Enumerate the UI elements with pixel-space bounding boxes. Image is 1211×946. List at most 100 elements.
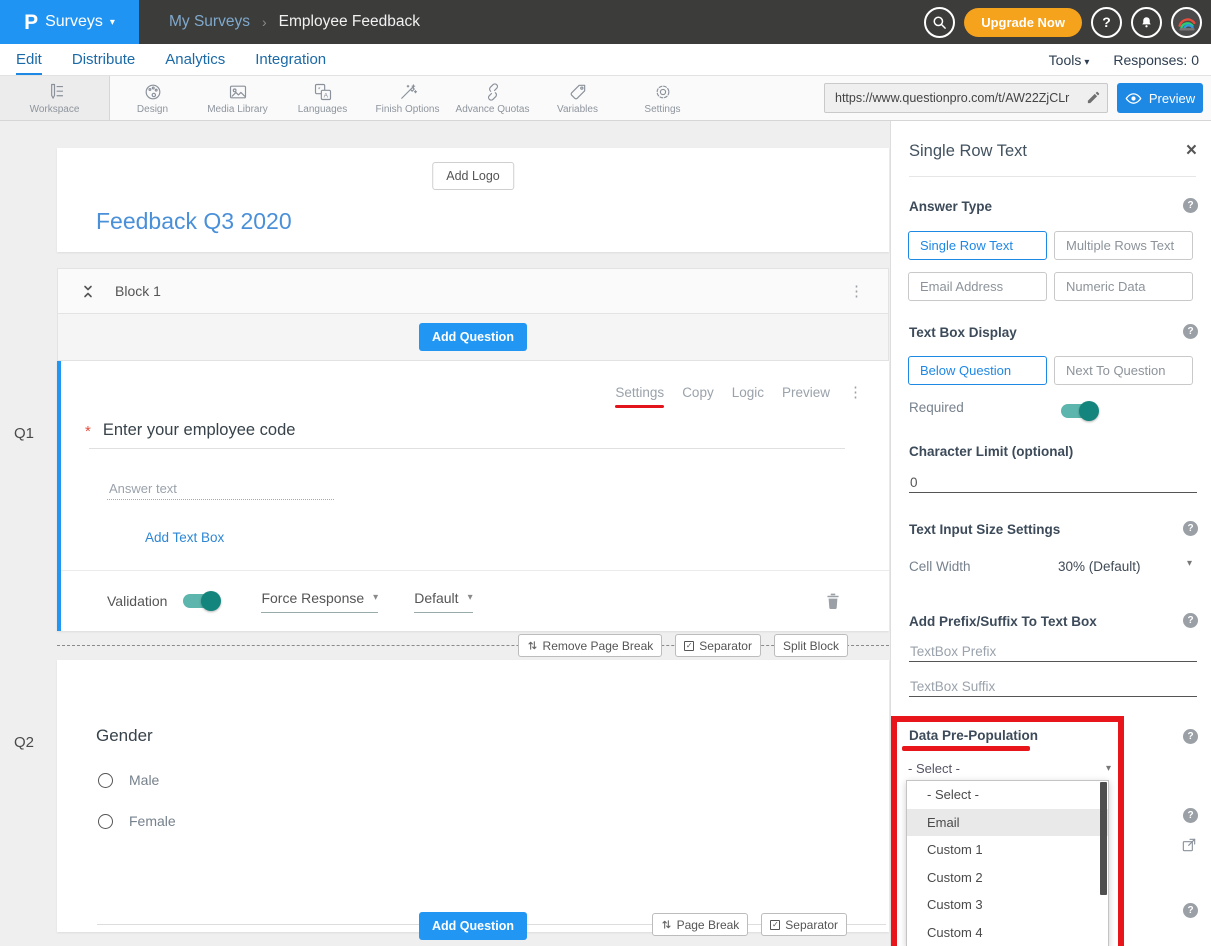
data-pre-population-select[interactable]: - Select - ▾ bbox=[908, 757, 1111, 779]
toggle-knob bbox=[1079, 401, 1099, 421]
account-avatar[interactable] bbox=[1171, 7, 1202, 38]
tab-integration[interactable]: Integration bbox=[255, 44, 326, 75]
page-break-icon bbox=[527, 640, 538, 651]
separator-label: Separator bbox=[699, 639, 752, 653]
dropdown-scrollbar[interactable] bbox=[1100, 782, 1107, 895]
separator-button[interactable]: ✓ Separator bbox=[761, 913, 847, 936]
cell-width-value[interactable]: 30% (Default) bbox=[1058, 559, 1141, 574]
preview-button[interactable]: Preview bbox=[1117, 83, 1203, 113]
toolbar-item-settings[interactable]: Settings bbox=[620, 76, 705, 120]
block-menu-kebab-icon[interactable]: ⋮ bbox=[849, 284, 864, 299]
add-logo-button[interactable]: Add Logo bbox=[432, 162, 514, 190]
force-response-dropdown[interactable]: Force Response▾ bbox=[261, 590, 378, 613]
radio-button-icon[interactable] bbox=[98, 773, 113, 788]
toolbar-item-workspace[interactable]: Workspace bbox=[0, 76, 110, 120]
survey-url-input[interactable] bbox=[824, 83, 1108, 113]
tab-analytics[interactable]: Analytics bbox=[165, 44, 225, 75]
answer-option-male[interactable]: Male bbox=[98, 772, 159, 788]
help-icon[interactable]: ? bbox=[1183, 808, 1198, 823]
add-text-box-link[interactable]: Add Text Box bbox=[145, 530, 224, 545]
data-pre-population-label: Data Pre-Population bbox=[909, 728, 1038, 743]
textbox-prefix-input[interactable] bbox=[909, 642, 1197, 662]
question-copy-action[interactable]: Copy bbox=[682, 385, 714, 400]
toolbar-item-advance-quotas[interactable]: Advance Quotas bbox=[450, 76, 535, 120]
question-text-q1[interactable]: Enter your employee code bbox=[103, 421, 296, 440]
breadcrumb-my-surveys[interactable]: My Surveys bbox=[169, 13, 250, 31]
toolbar-item-label: Media Library bbox=[207, 104, 268, 115]
answer-type-email-address[interactable]: Email Address bbox=[908, 272, 1047, 301]
answer-type-multiple-rows-text[interactable]: Multiple Rows Text bbox=[1054, 231, 1193, 260]
dropdown-option-email[interactable]: Email bbox=[907, 809, 1108, 837]
tools-menu[interactable]: Tools▾ bbox=[1049, 52, 1090, 68]
answer-type-single-row-text[interactable]: Single Row Text bbox=[908, 231, 1047, 260]
required-toggle[interactable] bbox=[1061, 404, 1097, 418]
character-limit-label: Character Limit (optional) bbox=[909, 444, 1073, 459]
gear-icon bbox=[653, 82, 673, 102]
questionpro-logo-icon: P bbox=[24, 12, 38, 33]
separator-button[interactable]: ✓ Separator bbox=[675, 634, 761, 657]
display-below-question[interactable]: Below Question bbox=[908, 356, 1047, 385]
search-button[interactable] bbox=[924, 7, 955, 38]
text-box-display-label: Text Box Display bbox=[909, 325, 1017, 340]
tag-icon bbox=[568, 82, 588, 102]
add-question-button[interactable]: Add Question bbox=[419, 912, 527, 940]
help-button[interactable]: ? bbox=[1091, 7, 1122, 38]
notifications-button[interactable] bbox=[1131, 7, 1162, 38]
split-block-button[interactable]: Split Block bbox=[774, 634, 848, 657]
add-question-button[interactable]: Add Question bbox=[419, 323, 527, 351]
answer-text-input[interactable] bbox=[107, 478, 334, 500]
help-icon[interactable]: ? bbox=[1183, 729, 1198, 744]
answer-option-female[interactable]: Female bbox=[98, 813, 176, 829]
collapse-block-icon[interactable] bbox=[81, 284, 95, 299]
toolbar-item-finish-options[interactable]: Finish Options bbox=[365, 76, 450, 120]
display-next-to-question[interactable]: Next To Question bbox=[1054, 356, 1193, 385]
toolbar-item-design[interactable]: Design bbox=[110, 76, 195, 120]
help-icon[interactable]: ? bbox=[1183, 198, 1198, 213]
help-icon[interactable]: ? bbox=[1183, 613, 1198, 628]
answer-type-numeric-data[interactable]: Numeric Data bbox=[1054, 272, 1193, 301]
design-palette-icon bbox=[143, 82, 163, 102]
radio-button-icon[interactable] bbox=[98, 814, 113, 829]
toolbar-item-languages[interactable]: *A Languages bbox=[280, 76, 365, 120]
remove-page-break-label: Remove Page Break bbox=[543, 639, 654, 653]
breadcrumb-separator: › bbox=[262, 14, 267, 30]
chevron-down-icon: ▾ bbox=[373, 592, 378, 603]
close-icon[interactable]: × bbox=[1186, 141, 1197, 160]
responses-count[interactable]: Responses: 0 bbox=[1113, 52, 1199, 68]
toolbar-item-label: Variables bbox=[557, 104, 598, 115]
default-validation-dropdown[interactable]: Default▾ bbox=[414, 590, 472, 613]
toolbar-item-variables[interactable]: Variables bbox=[535, 76, 620, 120]
page-break-button[interactable]: Page Break bbox=[652, 913, 749, 936]
upgrade-now-button[interactable]: Upgrade Now bbox=[964, 8, 1082, 37]
chevron-down-icon[interactable]: ▾ bbox=[1187, 558, 1192, 569]
panel-divider bbox=[909, 176, 1196, 177]
edit-url-pencil-icon[interactable] bbox=[1086, 90, 1101, 110]
question-preview-action[interactable]: Preview bbox=[782, 385, 830, 400]
help-icon[interactable]: ? bbox=[1183, 521, 1198, 536]
textbox-suffix-input[interactable] bbox=[909, 677, 1197, 697]
dropdown-option-custom-4[interactable]: Custom 4 bbox=[907, 919, 1108, 946]
remove-page-break-button[interactable]: Remove Page Break bbox=[518, 634, 663, 657]
question-card-q1: Settings Copy Logic Preview ⋮ * Enter yo… bbox=[57, 361, 889, 631]
survey-title[interactable]: Feedback Q3 2020 bbox=[96, 208, 292, 235]
character-limit-input[interactable] bbox=[909, 473, 1197, 493]
external-link-icon[interactable] bbox=[1181, 837, 1197, 858]
tab-distribute[interactable]: Distribute bbox=[72, 44, 135, 75]
toolbar-item-media-library[interactable]: Media Library bbox=[195, 76, 280, 120]
dropdown-option-custom-1[interactable]: Custom 1 bbox=[907, 836, 1108, 864]
validation-toggle[interactable] bbox=[183, 594, 219, 608]
delete-question-button[interactable] bbox=[825, 592, 841, 610]
help-icon[interactable]: ? bbox=[1183, 903, 1198, 918]
question-logic-action[interactable]: Logic bbox=[732, 385, 764, 400]
dropdown-option-custom-3[interactable]: Custom 3 bbox=[907, 891, 1108, 919]
chevron-down-icon: ▾ bbox=[110, 17, 115, 28]
tab-edit[interactable]: Edit bbox=[16, 44, 42, 75]
product-switcher[interactable]: P Surveys ▾ bbox=[0, 0, 139, 44]
dropdown-option-select[interactable]: - Select - bbox=[907, 781, 1108, 809]
help-icon[interactable]: ? bbox=[1183, 324, 1198, 339]
dropdown-option-custom-2[interactable]: Custom 2 bbox=[907, 864, 1108, 892]
question-settings-tab[interactable]: Settings bbox=[615, 385, 664, 408]
question-text-q2[interactable]: Gender bbox=[96, 726, 153, 746]
block-title[interactable]: Block 1 bbox=[115, 283, 161, 299]
question-menu-kebab-icon[interactable]: ⋮ bbox=[848, 385, 863, 400]
